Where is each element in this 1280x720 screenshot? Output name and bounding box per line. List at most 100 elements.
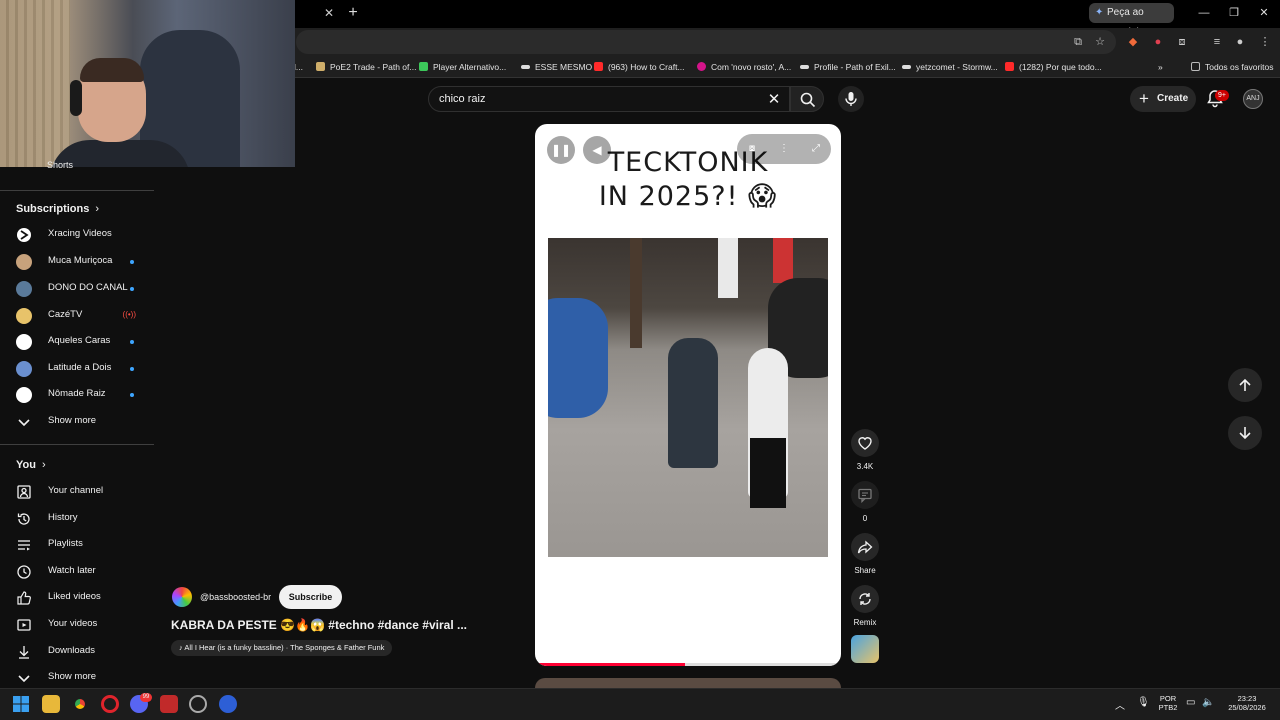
steam-icon[interactable] [189,695,207,713]
sidebar-item-watch-later[interactable]: Watch later [8,560,146,584]
sidebar-item-your-channel[interactable]: Your channel [8,480,146,504]
sidebar-item-subscription[interactable]: Latitude a Dois [8,357,146,381]
previous-short-button[interactable] [1228,368,1262,402]
share-button[interactable] [851,533,879,561]
channel-avatar [16,361,32,377]
show-more-subscriptions[interactable]: Show more [8,410,146,434]
gemini-button[interactable]: ✦ Peça ao Gemini [1089,3,1174,38]
create-button[interactable]: + Create [1130,86,1196,112]
player-controls-group: ⧇ ⋮ ⤢ [737,134,831,164]
sidebar-item-subscription[interactable]: Nômade Raiz [8,383,146,407]
volume-icon[interactable]: 🔈 [1202,697,1214,708]
video-title[interactable]: KABRA DA PESTE 😎🔥😱 #techno #dance #viral… [171,618,511,632]
overlay-title-line: IN 2025?! 😱 [598,181,778,212]
bookmark-item[interactable]: PoE2 Trade - Path of... [316,60,416,74]
video-dancer-shorts [750,438,786,508]
clock[interactable]: 23:23 25/08/2026 [1222,694,1272,712]
comments-button[interactable] [851,481,879,509]
live-icon: ((•)) [122,310,136,319]
account-avatar[interactable]: ANJ [1243,89,1263,109]
restore-icon[interactable]: ❐ [1226,5,1242,21]
more-bookmarks-icon[interactable]: » [1158,60,1163,74]
extensions-puzzle-icon[interactable]: ⧈ [1174,34,1190,50]
sidebar-item-downloads[interactable]: Downloads [8,640,146,664]
bookmark-item[interactable]: l... [294,60,303,74]
volume-button[interactable]: ◀ [583,136,611,164]
sidebar-item-history[interactable]: History [8,507,146,531]
clear-search-icon[interactable]: ✕ [766,92,782,108]
shorts-player[interactable]: TECKTONIK IN 2025?! 😱 ❚❚ ◀ ⧇ ⋮ ⤢ [535,124,841,666]
opera-icon[interactable] [101,695,119,713]
app-icon[interactable] [160,695,178,713]
address-bar[interactable] [296,30,1116,54]
notification-badge: 9+ [1215,90,1229,101]
captions-icon[interactable]: ⧇ [745,142,759,156]
microphone-tray-icon[interactable]: 🎙 [1137,697,1150,708]
new-tab-button[interactable]: + [345,5,361,21]
fullscreen-icon[interactable]: ⤢ [809,142,823,156]
video-background-person [773,238,793,283]
sidebar-item-subscription[interactable]: Xracing Videos [8,223,146,247]
more-options-icon[interactable]: ⋮ [777,142,791,156]
bookmark-item[interactable]: Profile - Path of Exil... [800,60,896,74]
new-content-dot [130,287,134,291]
clock-icon [17,565,31,579]
subscriptions-heading[interactable]: Subscriptions › [16,203,99,215]
bookmark-item[interactable]: Com 'novo rosto', A... [697,60,791,74]
minimize-icon[interactable]: — [1196,5,1212,21]
bookmark-item[interactable]: (963) How to Craft... [594,60,685,74]
all-bookmarks-item[interactable]: Todos os favoritos [1191,60,1274,74]
video-frame[interactable] [548,238,828,557]
sidebar-item-subscription[interactable]: Muca Muriçoca [8,250,146,274]
sidebar-item-your-videos[interactable]: Your videos [8,613,146,637]
next-short-button[interactable] [1228,416,1262,450]
channel-name[interactable]: @bassboosted-br [200,592,271,602]
bookmark-item[interactable]: (1282) Por que todo... [1005,60,1102,74]
voice-search-button[interactable] [838,86,864,112]
show-more-you[interactable]: Show more [8,666,146,690]
music-pill[interactable]: ♪ All I Hear (is a funky bassline) · The… [171,640,393,656]
sidebar-item-subscription[interactable]: CazéTV ((•)) [8,304,146,328]
pause-button[interactable]: ❚❚ [547,136,575,164]
bookmark-favicon [521,65,530,69]
sidebar-item-playlists[interactable]: Playlists [8,533,146,557]
subscribe-button[interactable]: Subscribe [279,585,342,609]
audio-thumbnail[interactable] [851,635,879,663]
channel-avatar[interactable] [172,587,192,607]
share-icon [857,540,873,554]
bookmark-item[interactable]: ESSE MESMO [521,60,592,74]
progress-fill [535,663,685,666]
history-icon [17,513,30,525]
search-button[interactable] [790,86,824,112]
sidebar-item-liked-videos[interactable]: Liked videos [8,586,146,610]
playlists-icon [18,540,30,551]
channel-avatar [16,254,32,270]
menu-kebab-icon[interactable]: ⋮ [1257,34,1273,50]
sidebar-item-subscription[interactable]: DONO DO CANAL [8,277,146,301]
input-language[interactable]: POR PTB2 [1155,694,1181,712]
media-controls-icon[interactable]: ≡ [1209,34,1225,50]
sidebar-item-subscription[interactable]: Aqueles Caras [8,330,146,354]
search-input[interactable] [439,92,739,106]
remix-button[interactable] [851,585,879,613]
close-window-icon[interactable]: ✕ [1256,5,1272,21]
ea-app-icon[interactable] [219,695,237,713]
bookmark-item[interactable]: Player Alternativo... [419,60,506,74]
tab-close-icon[interactable]: ✕ [322,6,336,20]
you-heading[interactable]: You › [16,459,46,471]
profile-icon[interactable]: ● [1232,34,1248,50]
sidebar-item-shorts[interactable]: Shorts [47,160,73,170]
install-app-icon[interactable]: ⧉ [1070,34,1086,50]
tray-overflow-icon[interactable]: ︿ [1115,697,1125,712]
network-icon[interactable]: ▭ [1186,697,1195,708]
file-explorer-icon[interactable] [42,695,60,713]
bookmark-star-icon[interactable]: ☆ [1092,34,1108,50]
video-icon [17,619,31,631]
windows-start-icon[interactable] [12,695,30,713]
chrome-icon[interactable] [71,695,89,713]
bookmark-item[interactable]: yetzcomet - Stormw... [902,60,998,74]
extension-fox-icon[interactable]: ◆ [1125,34,1141,50]
like-button[interactable] [851,429,879,457]
extension-badge-icon[interactable]: ● [1150,34,1166,50]
bookmark-favicon [316,62,325,71]
